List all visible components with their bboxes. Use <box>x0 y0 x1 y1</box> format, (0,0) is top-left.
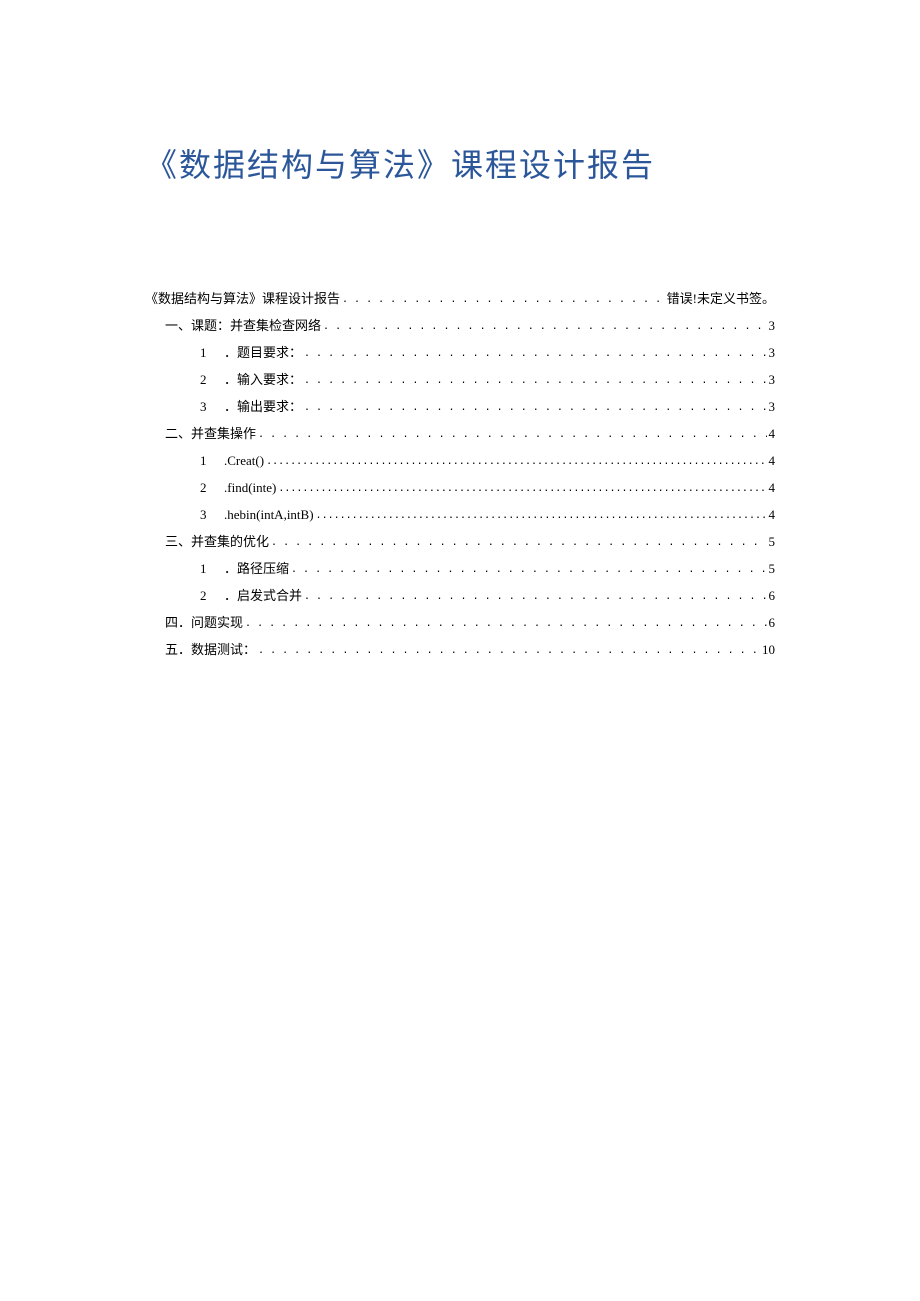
toc-entry-page: 4 <box>769 475 776 501</box>
toc-leader-dots: . . . . . . . . . . . . . . . . . . . . … <box>321 317 768 337</box>
toc-leader-dots: ........................................… <box>276 479 768 499</box>
toc-entry: 2.find(inte)............................… <box>145 475 775 501</box>
toc-entry-number: 1 <box>200 448 218 474</box>
toc-entry-page: 5 <box>769 529 776 555</box>
toc-entry: 三、并查集的优化. . . . . . . . . . . . . . . . … <box>145 529 775 555</box>
toc-entry: 2．启发式合并. . . . . . . . . . . . . . . . .… <box>145 583 775 609</box>
toc-entry-page: 错误!未定义书签。 <box>667 286 775 312</box>
toc-entry-number: 2 <box>200 367 218 393</box>
toc-entry-label: .hebin(intA,intB) <box>224 502 314 528</box>
toc-entry-page: 3 <box>769 313 776 339</box>
toc-entry: 二、并查集操作. . . . . . . . . . . . . . . . .… <box>145 421 775 447</box>
toc-entry-page: 4 <box>769 421 776 447</box>
toc-entry-page: 4 <box>769 448 776 474</box>
toc-entry-page: 4 <box>769 502 776 528</box>
toc-entry-label: ．问题实现 <box>178 610 243 636</box>
toc-leader-dots: . . . . . . . . . . . . . . . . . . . . … <box>302 371 768 391</box>
toc-leader-dots: . . . . . . . . . . . . . . . . . . . . … <box>302 344 768 364</box>
toc-entry-number: 三、 <box>165 529 191 555</box>
toc-leader-dots: . . . . . . . . . . . . . . . . . . . . … <box>340 290 667 310</box>
toc-entry-page: 5 <box>769 556 776 582</box>
toc-entry-number: 3 <box>200 502 218 528</box>
toc-entry-label: ．输入要求： <box>224 367 302 393</box>
toc-entry: 3．输出要求：. . . . . . . . . . . . . . . . .… <box>145 394 775 420</box>
toc-leader-dots: . . . . . . . . . . . . . . . . . . . . … <box>289 560 768 580</box>
toc-entry-number: 四 <box>165 610 178 636</box>
toc-leader-dots: . . . . . . . . . . . . . . . . . . . . … <box>302 398 768 418</box>
toc-entry-page: 3 <box>769 340 776 366</box>
toc-leader-dots: . . . . . . . . . . . . . . . . . . . . … <box>269 533 768 553</box>
toc-entry-page: 6 <box>769 583 776 609</box>
toc-leader-dots: . . . . . . . . . . . . . . . . . . . . … <box>256 641 762 661</box>
toc-leader-dots: . . . . . . . . . . . . . . . . . . . . … <box>302 587 768 607</box>
toc-entry-number: 五 <box>165 637 178 663</box>
toc-entry-number: 二、 <box>165 421 191 447</box>
toc-leader-dots: ........................................… <box>264 452 768 472</box>
toc-entry-number: 3 <box>200 394 218 420</box>
toc-entry-label: 并查集操作 <box>191 421 256 447</box>
toc-entry-label: ．题目要求： <box>224 340 302 366</box>
toc-entry: 一、课题：并查集检查网络. . . . . . . . . . . . . . … <box>145 313 775 339</box>
toc-entry-number: 1 <box>200 340 218 366</box>
toc-entry: 3.hebin(intA,intB)......................… <box>145 502 775 528</box>
toc-entry-label: 《数据结构与算法》课程设计报告 <box>145 286 340 312</box>
toc-entry-label: ．数据测试： <box>178 637 256 663</box>
toc-entry: 五．数据测试：. . . . . . . . . . . . . . . . .… <box>145 637 775 663</box>
toc-entry-page: 10 <box>762 637 775 663</box>
toc-entry-label: .Creat() <box>224 448 264 474</box>
table-of-contents: 《数据结构与算法》课程设计报告. . . . . . . . . . . . .… <box>145 286 775 663</box>
toc-entry-label: 并查集的优化 <box>191 529 269 555</box>
toc-entry: 1．题目要求：. . . . . . . . . . . . . . . . .… <box>145 340 775 366</box>
toc-entry: 1.Creat()...............................… <box>145 448 775 474</box>
toc-leader-dots: . . . . . . . . . . . . . . . . . . . . … <box>256 425 768 445</box>
toc-entry-label: ．启发式合并 <box>224 583 302 609</box>
toc-entry: 1．路径压缩. . . . . . . . . . . . . . . . . … <box>145 556 775 582</box>
toc-entry: 2．输入要求：. . . . . . . . . . . . . . . . .… <box>145 367 775 393</box>
toc-entry-page: 3 <box>769 367 776 393</box>
toc-leader-dots: ........................................… <box>314 506 769 526</box>
toc-entry-label: ．路径压缩 <box>224 556 289 582</box>
toc-entry-number: 2 <box>200 583 218 609</box>
toc-entry-label: .find(inte) <box>224 475 276 501</box>
toc-entry: 《数据结构与算法》课程设计报告. . . . . . . . . . . . .… <box>145 286 775 312</box>
toc-entry-label: 课题：并查集检查网络 <box>191 313 321 339</box>
toc-entry-page: 6 <box>769 610 776 636</box>
toc-leader-dots: . . . . . . . . . . . . . . . . . . . . … <box>243 614 768 634</box>
toc-entry-page: 3 <box>769 394 776 420</box>
toc-entry-number: 1 <box>200 556 218 582</box>
document-title: 《数据结构与算法》课程设计报告 <box>145 140 775 186</box>
toc-entry-label: ．输出要求： <box>224 394 302 420</box>
toc-entry-number: 一、 <box>165 313 191 339</box>
toc-entry: 四．问题实现. . . . . . . . . . . . . . . . . … <box>145 610 775 636</box>
toc-entry-number: 2 <box>200 475 218 501</box>
